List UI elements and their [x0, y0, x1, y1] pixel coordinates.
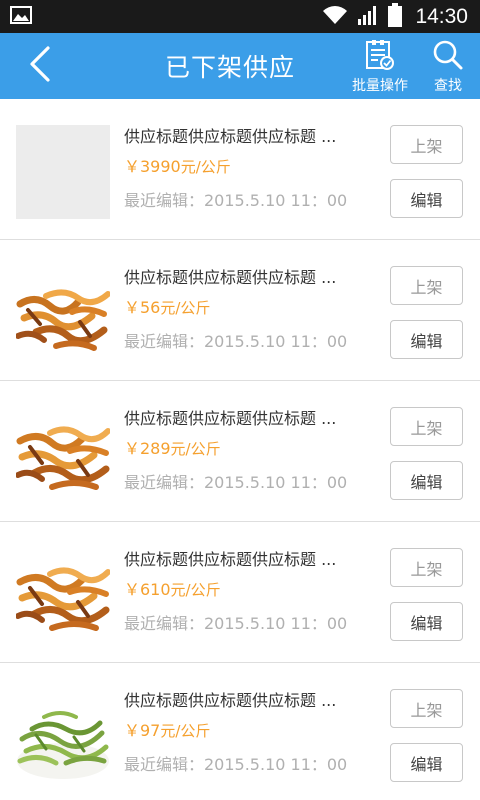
last-edited: 最近编辑：2015.5.10 11：00: [124, 473, 348, 492]
list-item[interactable]: 供应标题供应标题供应标题 ... ￥289元/公斤 最近编辑：2015.5.10…: [0, 381, 480, 522]
status-bar: 14:30: [0, 0, 480, 33]
edit-button[interactable]: 编辑: [390, 461, 463, 500]
product-image: [16, 266, 110, 360]
shelf-button[interactable]: 上架: [390, 266, 463, 305]
signal-icon: [357, 4, 379, 30]
item-title: 供应标题供应标题供应标题 ...: [124, 691, 337, 710]
search-label: 查找: [434, 78, 462, 94]
edit-button[interactable]: 编辑: [390, 602, 463, 641]
edit-button[interactable]: 编辑: [390, 320, 463, 359]
battery-icon: [388, 2, 403, 31]
price-value: ￥610: [124, 580, 171, 599]
item-price: ￥610元/公斤: [124, 576, 221, 600]
clipboard-check-icon: [365, 39, 395, 75]
price-unit: 元/公斤: [160, 299, 211, 317]
list-item[interactable]: 供应标题供应标题供应标题 ... ￥97元/公斤 最近编辑：2015.5.10 …: [0, 663, 480, 800]
shelf-button[interactable]: 上架: [390, 689, 463, 728]
shelf-button[interactable]: 上架: [390, 407, 463, 446]
item-title: 供应标题供应标题供应标题 ...: [124, 409, 337, 428]
price-unit: 元/公斤: [170, 440, 221, 458]
last-edited: 最近编辑：2015.5.10 11：00: [124, 332, 348, 351]
price-unit: 元/公斤: [180, 158, 231, 176]
price-value: ￥56: [124, 298, 161, 317]
edit-button[interactable]: 编辑: [390, 743, 463, 782]
last-edited: 最近编辑：2015.5.10 11：00: [124, 191, 348, 210]
item-title: 供应标题供应标题供应标题 ...: [124, 550, 337, 569]
item-price: ￥97元/公斤: [124, 717, 210, 741]
price-value: ￥3990: [124, 157, 181, 176]
item-price: ￥3990元/公斤: [124, 153, 231, 177]
list-item[interactable]: 供应标题供应标题供应标题 ... ￥610元/公斤 最近编辑：2015.5.10…: [0, 522, 480, 663]
item-title: 供应标题供应标题供应标题 ...: [124, 268, 337, 287]
product-image-placeholder: [16, 125, 110, 219]
shelf-button[interactable]: 上架: [390, 125, 463, 164]
batch-operation-label: 批量操作: [352, 78, 408, 94]
price-value: ￥97: [124, 721, 161, 740]
price-unit: 元/公斤: [170, 581, 221, 599]
product-image: [16, 689, 110, 783]
last-edited: 最近编辑：2015.5.10 11：00: [124, 614, 348, 633]
product-image: [16, 548, 110, 642]
status-time: 14:30: [415, 4, 468, 28]
price-value: ￥289: [124, 439, 171, 458]
list-item[interactable]: 供应标题供应标题供应标题 ... ￥56元/公斤 最近编辑：2015.5.10 …: [0, 240, 480, 381]
batch-operation-button[interactable]: 批量操作: [348, 39, 412, 95]
shelf-button[interactable]: 上架: [390, 548, 463, 587]
supply-list: 供应标题供应标题供应标题 ... ￥3990元/公斤 最近编辑：2015.5.1…: [0, 99, 480, 800]
image-notification-icon: [10, 5, 32, 28]
list-item[interactable]: 供应标题供应标题供应标题 ... ￥3990元/公斤 最近编辑：2015.5.1…: [0, 99, 480, 240]
item-title: 供应标题供应标题供应标题 ...: [124, 127, 337, 146]
search-icon: [432, 39, 464, 75]
item-price: ￥56元/公斤: [124, 294, 210, 318]
price-unit: 元/公斤: [160, 722, 211, 740]
item-price: ￥289元/公斤: [124, 435, 221, 459]
product-image: [16, 407, 110, 501]
search-button[interactable]: 查找: [428, 39, 468, 95]
last-edited: 最近编辑：2015.5.10 11：00: [124, 755, 348, 774]
edit-button[interactable]: 编辑: [390, 179, 463, 218]
nav-bar: 已下架供应 批量操作 查找: [0, 33, 480, 99]
wifi-icon: [322, 5, 348, 29]
